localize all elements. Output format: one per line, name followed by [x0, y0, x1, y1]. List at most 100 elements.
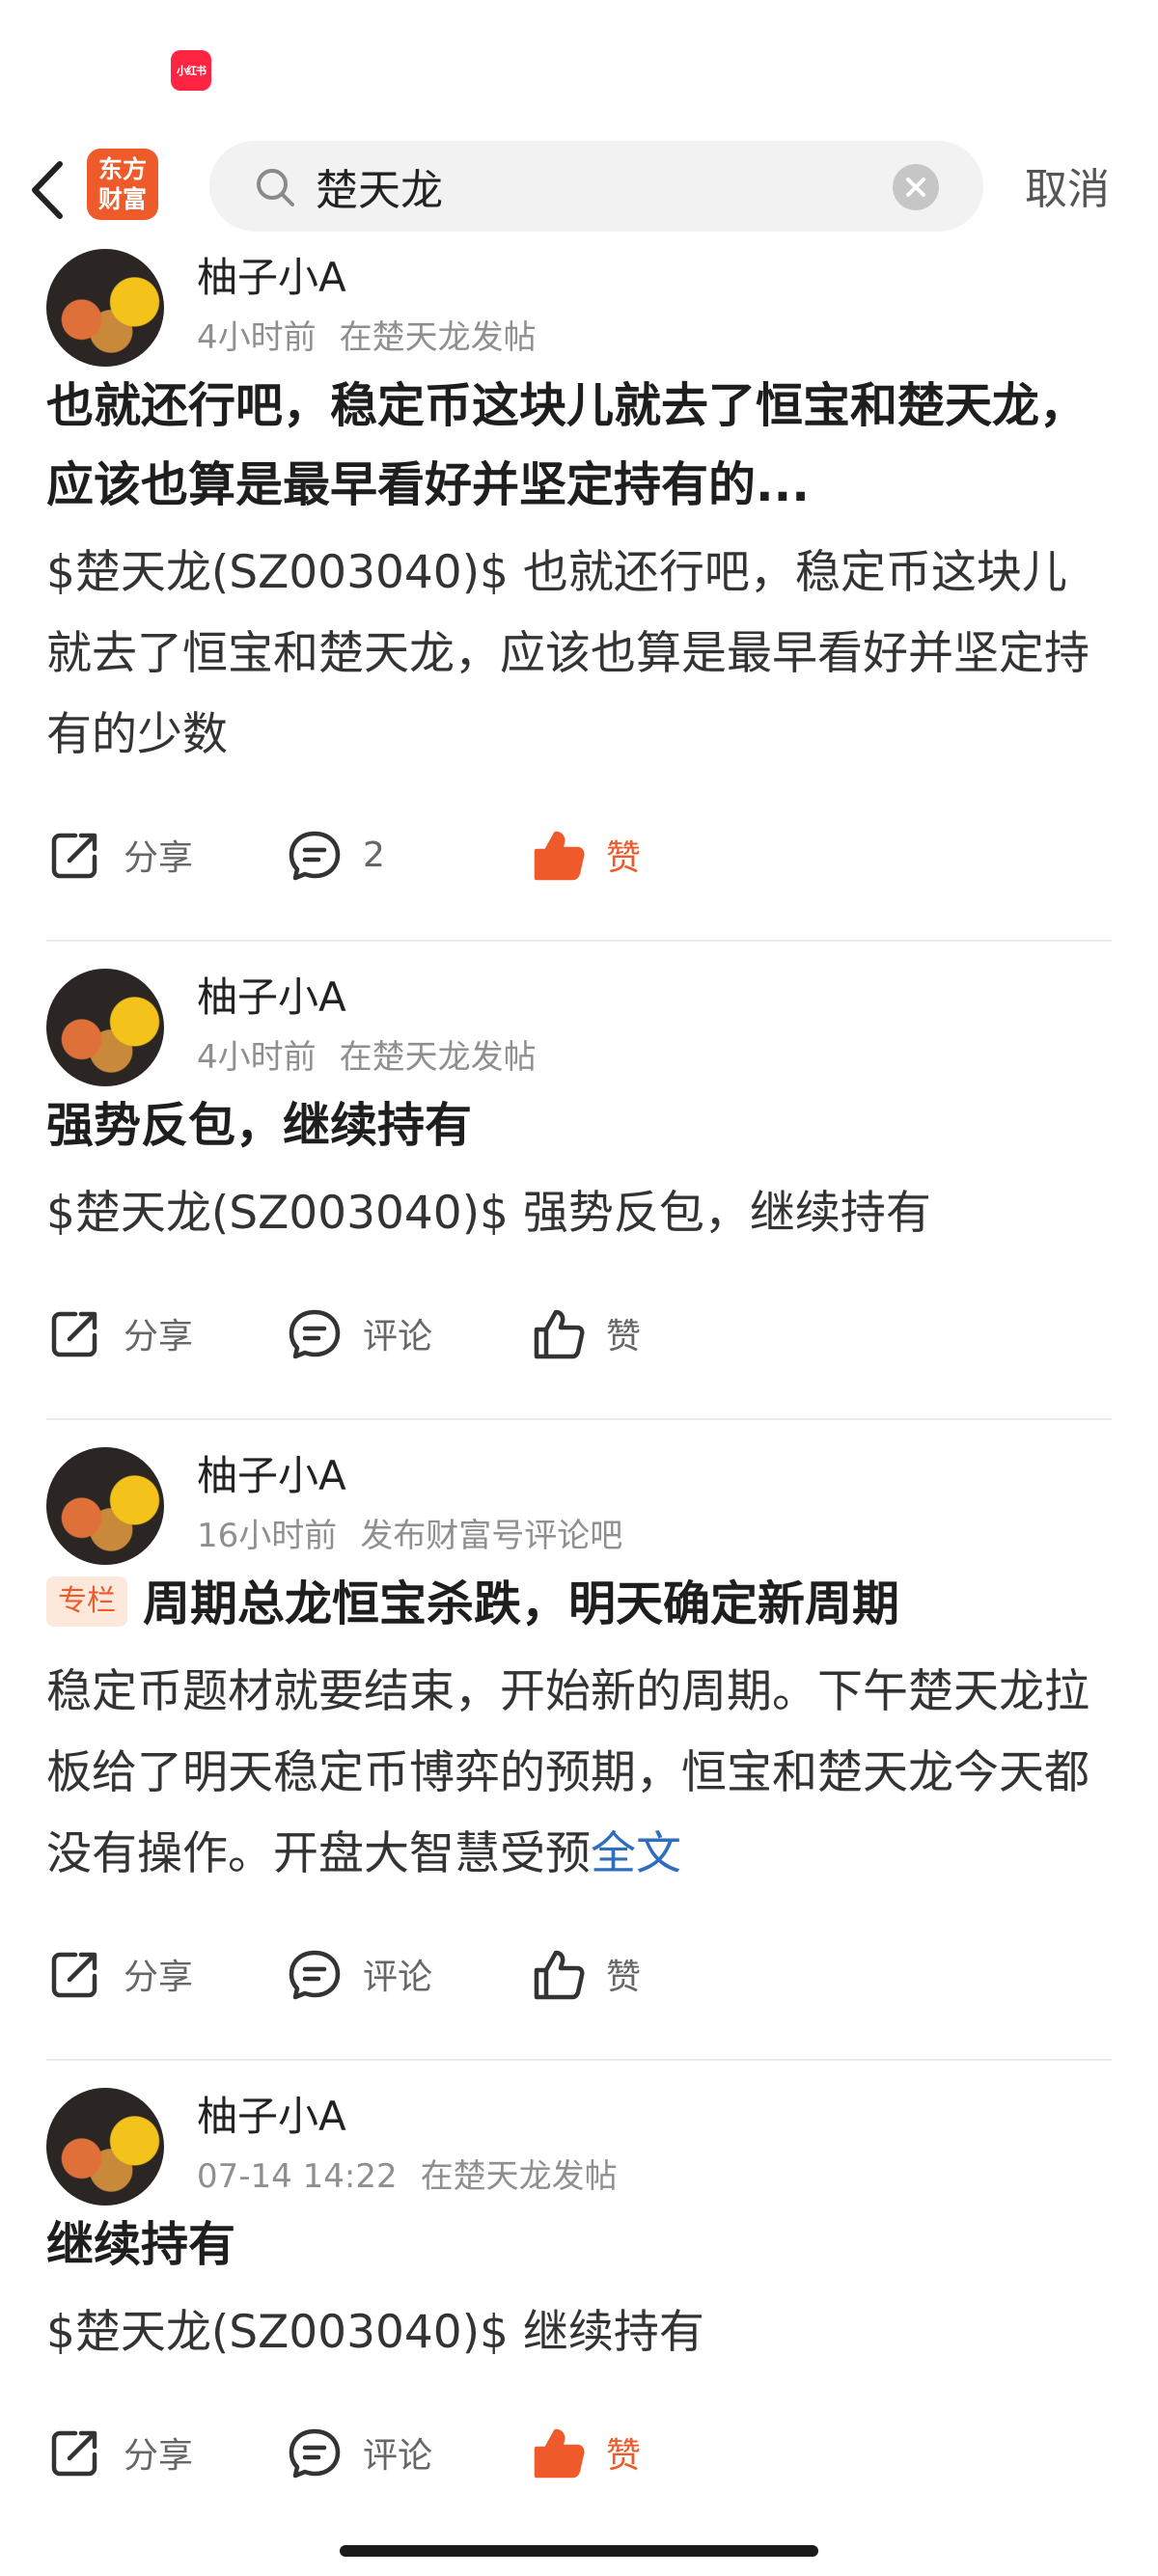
cancel-button[interactable]: 取消 [1025, 154, 1110, 216]
thumbs-up-icon [534, 1950, 585, 2000]
like-button[interactable]: 赞 [529, 2422, 641, 2483]
post-title-text: 也就还行吧，稳定币这块儿就去了恒宝和楚天龙，应该也算是最早看好并坚定持有的... [46, 378, 1088, 512]
post-actions: 分享 2 赞 [0, 776, 1158, 940]
share-icon [51, 833, 97, 879]
status-bar: 小红书 [0, 0, 1158, 135]
share-icon [51, 1952, 97, 1998]
post-author-row: 柚子小A 4小时前 在楚天龙发帖 [0, 942, 1158, 1086]
post-title-text: 强势反包，继续持有 [46, 1098, 473, 1153]
post-meta: 16小时前 发布财富号评论吧 [197, 1509, 646, 1556]
share-label: 分享 [124, 2436, 194, 2476]
post-body-text: $楚天龙(SZ003040)$ 强势反包，继续持有 [46, 1187, 931, 1240]
username[interactable]: 柚子小A [197, 965, 346, 1024]
comment-label: 评论 [363, 2436, 433, 2476]
post-source: 在楚天龙发帖 [339, 318, 537, 357]
share-label: 分享 [124, 838, 194, 878]
comment-icon [289, 1309, 341, 1359]
post-author-row: 柚子小A 07-14 14:22 在楚天龙发帖 [0, 2061, 1158, 2206]
post-title[interactable]: 强势反包，继续持有 [46, 1086, 1112, 1165]
clear-search-button[interactable] [893, 164, 939, 210]
eastmoney-logo[interactable]: 东方 财富 [87, 149, 158, 220]
comment-button[interactable]: 评论 [286, 2422, 432, 2483]
search-box[interactable] [209, 141, 983, 232]
post-body[interactable]: $楚天龙(SZ003040)$ 也就还行吧，稳定币这块儿就去了恒宝和楚天龙，应该… [46, 533, 1112, 776]
thumbs-up-icon [534, 2428, 585, 2479]
share-label: 分享 [124, 1317, 194, 1357]
post-meta: 4小时前 在楚天龙发帖 [197, 1030, 560, 1078]
post-actions: 分享 评论 赞 [0, 2373, 1158, 2528]
avatar[interactable] [46, 969, 164, 1086]
share-icon [51, 2430, 97, 2477]
post-card[interactable]: 柚子小A 16小时前 发布财富号评论吧 专栏 周期总龙恒宝杀跌，明天确定新周期 稳定… [0, 1420, 1158, 2061]
like-button[interactable]: 赞 [529, 824, 641, 886]
comment-button[interactable]: 评论 [286, 1302, 432, 1364]
comment-label: 评论 [363, 1317, 433, 1357]
post-card[interactable]: 柚子小A 4小时前 在楚天龙发帖 强势反包，继续持有 $楚天龙(SZ003040)… [0, 942, 1158, 1420]
post-title[interactable]: 专栏 周期总龙恒宝杀跌，明天确定新周期 [46, 1565, 1112, 1644]
username[interactable]: 柚子小A [197, 2084, 346, 2143]
avatar[interactable] [46, 249, 164, 367]
post-title[interactable]: 继续持有 [46, 2206, 1112, 2285]
comment-button[interactable]: 评论 [286, 1943, 432, 2005]
search-header: 东方 财富 取消 [0, 135, 1158, 249]
post-card[interactable]: 柚子小A 07-14 14:22 在楚天龙发帖 继续持有 $楚天龙(SZ00304… [0, 2061, 1158, 2528]
post-author-row: 柚子小A 4小时前 在楚天龙发帖 [0, 249, 1158, 367]
like-label: 赞 [606, 1317, 642, 1357]
username[interactable]: 柚子小A [197, 249, 346, 304]
close-icon [906, 178, 925, 197]
logo-line1: 东方 [97, 155, 147, 183]
xiaohongshu-app-icon: 小红书 [171, 50, 211, 91]
post-time: 4小时前 [197, 318, 317, 357]
column-tag-badge: 专栏 [46, 1576, 127, 1627]
like-label: 赞 [606, 2436, 642, 2476]
post-meta: 07-14 14:22 在楚天龙发帖 [197, 2150, 641, 2197]
share-button[interactable]: 分享 [46, 1943, 193, 2005]
thumbs-up-icon [534, 1309, 585, 1359]
post-source: 在楚天龙发帖 [339, 1038, 537, 1077]
share-button[interactable]: 分享 [46, 824, 193, 886]
post-card[interactable]: 柚子小A 4小时前 在楚天龙发帖 也就还行吧，稳定币这块儿就去了恒宝和楚天龙，应该… [0, 249, 1158, 942]
back-button[interactable] [21, 156, 79, 224]
like-button[interactable]: 赞 [529, 1302, 641, 1364]
search-icon [257, 169, 294, 206]
comment-icon [289, 2428, 341, 2479]
post-source: 在楚天龙发帖 [420, 2157, 618, 2196]
like-label: 赞 [606, 838, 642, 878]
share-button[interactable]: 分享 [46, 1302, 193, 1364]
post-body-text: $楚天龙(SZ003040)$ 继续持有 [46, 2306, 704, 2359]
full-text-link[interactable]: 全文 [591, 1827, 681, 1880]
post-body[interactable]: $楚天龙(SZ003040)$ 强势反包，继续持有 [46, 1173, 1112, 1254]
share-icon [51, 1311, 97, 1357]
post-feed[interactable]: 柚子小A 4小时前 在楚天龙发帖 也就还行吧，稳定币这块儿就去了恒宝和楚天龙，应该… [0, 249, 1158, 2528]
chevron-left-icon [32, 161, 63, 219]
post-author-row: 柚子小A 16小时前 发布财富号评论吧 [0, 1420, 1158, 1565]
post-body-text: 稳定币题材就要结束，开始新的周期。下午楚天龙拉板给了明天稳定币博弈的预期，恒宝和… [46, 1665, 1089, 1880]
avatar[interactable] [46, 2088, 164, 2206]
avatar[interactable] [46, 1447, 164, 1565]
post-body[interactable]: $楚天龙(SZ003040)$ 继续持有 [46, 2292, 1112, 2373]
post-time: 4小时前 [197, 1038, 317, 1077]
comment-button[interactable]: 2 [286, 824, 385, 886]
comment-label: 2 [363, 835, 385, 875]
like-button[interactable]: 赞 [529, 1943, 641, 2005]
post-title-text: 继续持有 [46, 2217, 236, 2272]
post-body-text: $楚天龙(SZ003040)$ 也就还行吧，稳定币这块儿就去了恒宝和楚天龙，应该… [46, 546, 1089, 761]
home-indicator[interactable] [340, 2545, 818, 2557]
post-title[interactable]: 也就还行吧，稳定币这块儿就去了恒宝和楚天龙，应该也算是最早看好并坚定持有的... [46, 367, 1112, 525]
post-source: 发布财富号评论吧 [360, 1517, 623, 1555]
post-title-text: 周期总龙恒宝杀跌，明天确定新周期 [143, 1576, 900, 1631]
like-label: 赞 [606, 1958, 642, 1997]
post-body[interactable]: 稳定币题材就要结束，开始新的周期。下午楚天龙拉板给了明天稳定币博弈的预期，恒宝和… [46, 1652, 1112, 1895]
post-actions: 分享 评论 赞 [0, 1895, 1158, 2059]
share-button[interactable]: 分享 [46, 2422, 193, 2483]
logo-line2: 财富 [97, 185, 147, 213]
comment-icon [289, 831, 341, 881]
post-meta: 4小时前 在楚天龙发帖 [197, 311, 560, 358]
username[interactable]: 柚子小A [197, 1443, 346, 1502]
share-label: 分享 [124, 1958, 194, 1997]
thumbs-up-icon [534, 831, 585, 881]
comment-label: 评论 [363, 1958, 433, 1997]
search-input[interactable] [316, 156, 895, 216]
post-actions: 分享 评论 赞 [0, 1254, 1158, 1418]
comment-icon [289, 1950, 341, 2000]
